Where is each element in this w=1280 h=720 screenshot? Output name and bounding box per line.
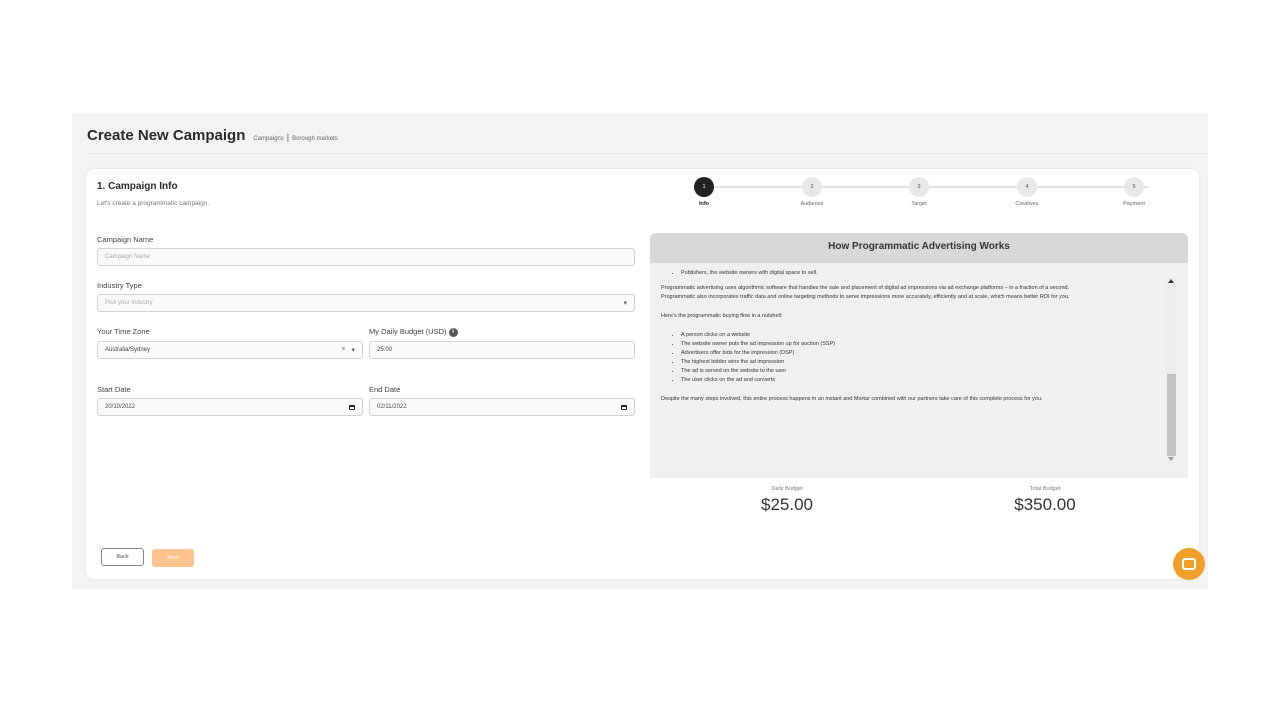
section-title: 1. Campaign Info: [97, 181, 178, 192]
breadcrumb-separator: |: [286, 132, 290, 142]
info-icon[interactable]: i: [448, 327, 458, 337]
scroll-down-icon[interactable]: [1168, 457, 1174, 461]
chat-launcher[interactable]: [1173, 548, 1205, 580]
step-label: Target: [911, 201, 927, 207]
next-button[interactable]: Next: [152, 549, 194, 567]
step-info[interactable]: 1 Info: [674, 177, 734, 207]
step-label: Audience: [800, 201, 824, 207]
chevron-down-icon: ▾: [351, 347, 355, 354]
chat-icon: [1182, 558, 1196, 570]
step-number: 5: [1124, 177, 1144, 197]
daily-budget-summary-value: $25.00: [761, 495, 813, 514]
start-date-label: Start Date: [97, 385, 131, 394]
info-panel-title: How Programmatic Advertising Works: [650, 233, 1188, 263]
app-window: Create New Campaign Campaigns | Borough …: [72, 113, 1208, 589]
total-budget-summary: Total Budget $350.00: [945, 486, 1145, 515]
flow-intro: Here's the programmatic buying flow in a…: [661, 313, 783, 319]
time-zone-value: Australia/Sydney: [105, 347, 151, 353]
campaign-name-placeholder: Campaign Name: [105, 254, 151, 260]
step-label: Creatives: [1015, 201, 1039, 207]
daily-budget-input[interactable]: 25.00: [369, 341, 635, 359]
time-zone-select[interactable]: Australia/Sydney × ▾: [97, 341, 363, 359]
scroll-thumb[interactable]: [1167, 374, 1176, 456]
breadcrumb-item-current: Borough markets: [292, 136, 338, 142]
end-date-input[interactable]: 02/11/2022: [369, 398, 635, 416]
info-paragraph: Despite the many steps involved, this en…: [661, 396, 1043, 402]
end-date-value: 02/11/2022: [377, 404, 407, 410]
industry-type-label: Industry Type: [97, 281, 142, 290]
info-panel-body[interactable]: Publishers, the website owners with digi…: [661, 269, 1161, 404]
clear-icon[interactable]: ×: [341, 346, 345, 354]
step-creatives[interactable]: 4 Creatives: [997, 177, 1057, 207]
list-item: Advertisers offer bids for the impressio…: [681, 349, 1161, 358]
end-date-label: End Date: [369, 385, 401, 394]
total-budget-summary-value: $350.00: [1014, 495, 1076, 514]
industry-type-select[interactable]: Pick your Industry ▾: [97, 294, 635, 312]
daily-budget-value: 25.00: [377, 347, 393, 353]
start-date-value: 20/10/2022: [105, 404, 136, 410]
back-button[interactable]: Back: [101, 548, 144, 566]
info-paragraph: Programmatic also incorporates traffic d…: [661, 294, 1070, 300]
scrollbar[interactable]: [1166, 277, 1177, 463]
start-date-input[interactable]: 20/10/2022: [97, 398, 363, 416]
chevron-down-icon: ▾: [623, 300, 627, 307]
time-zone-label: Your Time Zone: [97, 327, 150, 336]
step-number: 2: [802, 177, 822, 197]
list-item: A person clicks on a website: [681, 331, 1161, 340]
page-title: Create New Campaign: [87, 127, 246, 144]
flow-list: A person clicks on a website The website…: [661, 331, 1161, 385]
info-panel: How Programmatic Advertising Works Publi…: [650, 233, 1188, 527]
calendar-icon[interactable]: [349, 404, 355, 410]
step-number: 3: [909, 177, 929, 197]
list-item: The ad is served on the website to the u…: [681, 367, 1161, 376]
scroll-up-icon[interactable]: [1168, 279, 1174, 283]
industry-type-placeholder: Pick your Industry: [105, 300, 153, 306]
daily-budget-label: My Daily Budget (USD) i: [369, 327, 458, 337]
step-number: 4: [1017, 177, 1037, 197]
step-target[interactable]: 3 Target: [889, 177, 949, 207]
list-item: The highest bidder wins the ad impressio…: [681, 358, 1161, 367]
section-subtitle: Let's create a programmatic campaign.: [97, 200, 210, 207]
daily-budget-summary: Daily Budget $25.00: [687, 486, 887, 515]
step-number: 1: [694, 177, 714, 197]
daily-budget-summary-label: Daily Budget: [771, 486, 803, 492]
step-audience[interactable]: 2 Audience: [782, 177, 842, 207]
breadcrumb-item-campaigns[interactable]: Campaigns: [253, 136, 283, 142]
campaign-name-input[interactable]: Campaign Name: [97, 248, 635, 266]
calendar-icon[interactable]: [621, 404, 627, 410]
total-budget-summary-label: Total Budget: [1029, 486, 1061, 492]
progress-stepper: 1 Info 2 Audience 3 Target 4 Creatives 5…: [694, 177, 1158, 211]
step-label: Payment: [1123, 201, 1145, 207]
breadcrumb: Campaigns | Borough markets: [253, 132, 337, 142]
page-header: Create New Campaign Campaigns | Borough …: [87, 127, 338, 144]
step-payment[interactable]: 5 Payment: [1104, 177, 1164, 207]
header-divider: [87, 153, 1208, 154]
campaign-card: 1. Campaign Info Let's create a programm…: [86, 169, 1199, 579]
list-item: The website owner puts the ad impression…: [681, 340, 1161, 349]
step-label: Info: [698, 201, 710, 207]
info-paragraph: Programmatic advertising uses algorithmi…: [661, 285, 1070, 291]
budget-summary: Daily Budget $25.00 Total Budget $350.00: [650, 478, 1188, 527]
campaign-name-label: Campaign Name: [97, 235, 154, 244]
list-item: The user clicks on the ad and converts: [681, 376, 1161, 385]
daily-budget-label-text: My Daily Budget (USD): [369, 327, 447, 336]
list-item: Publishers, the website owners with digi…: [681, 269, 1161, 278]
